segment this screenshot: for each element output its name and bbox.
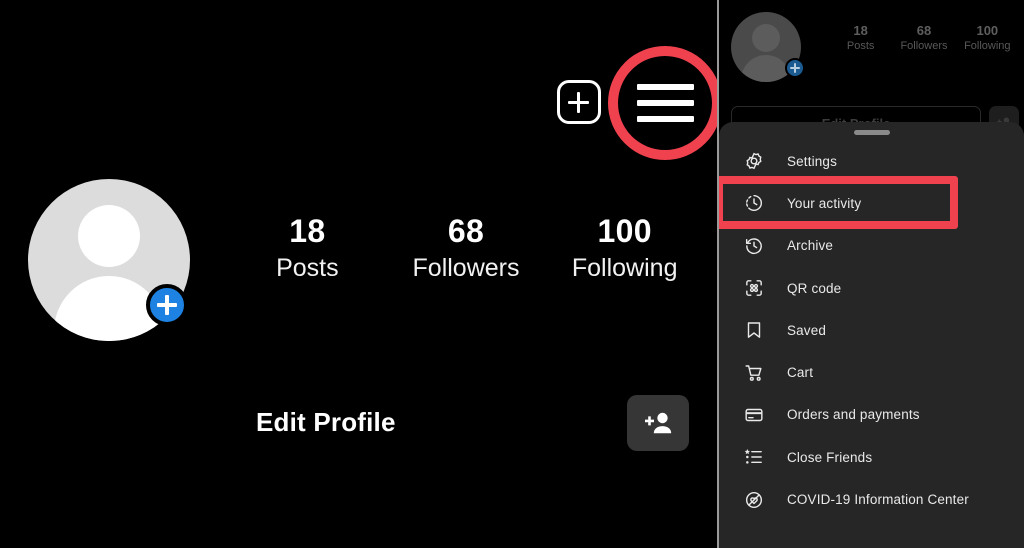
dimmed-following-label: Following xyxy=(964,40,1011,52)
dimmed-followers-count: 68 xyxy=(916,23,932,38)
activity-clock-icon xyxy=(743,192,765,214)
following-count: 100 xyxy=(597,213,652,249)
edit-profile-button[interactable]: Edit Profile xyxy=(256,407,396,438)
menu-item-saved[interactable]: Saved xyxy=(719,309,1024,351)
dimmed-stat-following[interactable]: 100 Following xyxy=(956,22,1019,54)
menu-item-settings[interactable]: Settings xyxy=(719,140,1024,182)
dimmed-following-count: 100 xyxy=(976,23,999,38)
posts-label: Posts xyxy=(276,254,339,282)
menu-item-label: Saved xyxy=(787,322,827,338)
avatar-add-button[interactable] xyxy=(146,284,188,326)
gear-icon xyxy=(743,150,765,172)
menu-item-label: Orders and payments xyxy=(787,407,920,423)
default-avatar-icon-body xyxy=(741,55,791,82)
dimmed-avatar-add-button[interactable] xyxy=(785,58,805,78)
archive-clock-icon xyxy=(743,235,765,257)
menu-item-label: Your activity xyxy=(787,195,862,211)
options-bottom-sheet: Settings Your activity Archive QR code S… xyxy=(719,122,1024,548)
menu-item-qr-code[interactable]: QR code xyxy=(719,267,1024,309)
menu-item-label: Archive xyxy=(787,238,834,254)
phone-panel-with-menu: 18 Posts 68 Followers 100 Following Edit… xyxy=(719,0,1024,548)
followers-count: 68 xyxy=(447,213,485,249)
profile-stats: 18 Posts 68 Followers 100 Following xyxy=(228,211,704,291)
list-star-icon xyxy=(743,446,765,468)
hamburger-bar xyxy=(637,84,694,90)
panel-divider xyxy=(717,0,719,548)
bookmark-icon xyxy=(743,319,765,341)
dimmed-stat-followers[interactable]: 68 Followers xyxy=(892,22,955,54)
menu-item-label: Cart xyxy=(787,365,814,381)
following-label: Following xyxy=(571,254,678,282)
menu-item-orders-and-payments[interactable]: Orders and payments xyxy=(719,394,1024,436)
hamburger-bar xyxy=(637,116,694,122)
plus-icon-bar xyxy=(794,63,796,73)
add-friend-button[interactable] xyxy=(627,395,689,451)
plus-icon-bar xyxy=(165,295,169,315)
menu-item-archive[interactable]: Archive xyxy=(719,225,1024,267)
profile-panel-zoomed: 18 Posts 68 Followers 100 Following Edit… xyxy=(0,0,719,548)
add-post-button[interactable] xyxy=(557,80,601,124)
default-avatar-icon-head xyxy=(78,205,140,267)
menu-item-label: QR code xyxy=(787,280,842,296)
shopping-cart-icon xyxy=(743,362,765,384)
hamburger-menu-icon[interactable] xyxy=(637,84,694,122)
covid-heart-icon xyxy=(743,489,765,511)
dimmed-stat-posts[interactable]: 18 Posts xyxy=(829,22,892,54)
default-avatar-icon-head xyxy=(752,24,780,52)
credit-card-icon xyxy=(743,404,765,426)
menu-list: Settings Your activity Archive QR code S… xyxy=(719,140,1024,521)
plus-square-icon-bar xyxy=(576,91,581,113)
menu-item-covid-19-information-center[interactable]: COVID-19 Information Center xyxy=(719,478,1024,520)
dimmed-posts-label: Posts xyxy=(846,40,875,52)
screenshot-root: 18 Posts 68 Followers 100 Following Edit… xyxy=(0,0,1024,548)
stat-posts[interactable]: 18 Posts xyxy=(228,211,387,285)
menu-item-label: Close Friends xyxy=(787,449,873,465)
person-add-icon xyxy=(645,412,672,434)
menu-item-label: Settings xyxy=(787,153,837,169)
drag-handle[interactable] xyxy=(853,130,890,135)
hamburger-bar xyxy=(637,100,694,106)
menu-item-label: COVID-19 Information Center xyxy=(787,492,969,508)
posts-count: 18 xyxy=(289,213,326,249)
menu-item-close-friends[interactable]: Close Friends xyxy=(719,436,1024,478)
menu-item-cart[interactable]: Cart xyxy=(719,351,1024,393)
stat-followers[interactable]: 68 Followers xyxy=(387,211,546,285)
qr-code-icon xyxy=(743,277,765,299)
dimmed-posts-count: 18 xyxy=(853,23,868,38)
stat-following[interactable]: 100 Following xyxy=(545,211,704,285)
menu-item-your-activity[interactable]: Your activity xyxy=(719,182,1024,224)
dimmed-followers-label: Followers xyxy=(900,40,948,52)
followers-label: Followers xyxy=(412,254,520,282)
dimmed-profile-stats: 18 Posts 68 Followers 100 Following xyxy=(829,22,1019,54)
